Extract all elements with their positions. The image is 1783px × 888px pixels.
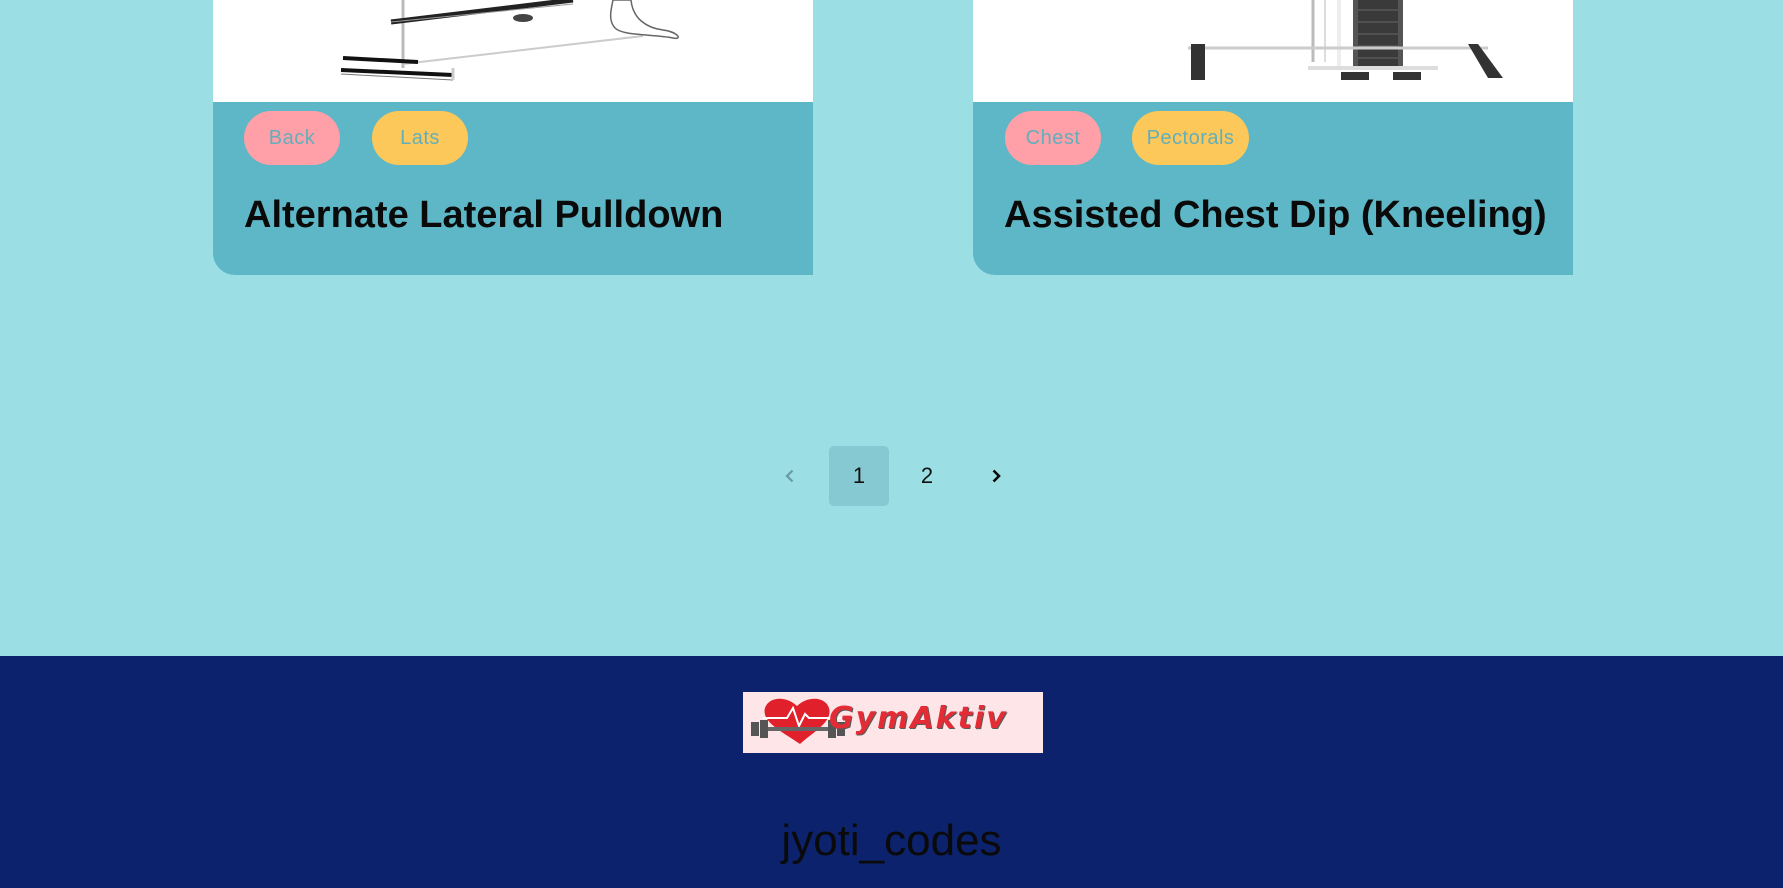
page: Back Lats Alternate Lateral Pulldown Che… [0,0,1783,888]
exercise-title: Alternate Lateral Pulldown [244,194,724,236]
footer-credit: jyoti_codes [781,816,1002,865]
chevron-right-icon[interactable] [966,446,1026,506]
page-button-2[interactable]: 2 [897,446,957,506]
page-button-1[interactable]: 1 [829,446,889,506]
tag-body-part[interactable]: Chest [1005,111,1101,165]
exercise-image [213,0,813,102]
exercise-card[interactable]: Chest Pectorals Assisted Chest Dip (Knee… [973,0,1573,275]
footer: GymAktiv jyoti_codes [0,656,1783,888]
exercise-title: Assisted Chest Dip (Kneeling) [1004,194,1547,236]
exercise-image [973,0,1573,102]
chevron-left-icon[interactable] [760,446,820,506]
logo: GymAktiv [743,692,1043,753]
logo-text: GymAktiv [829,701,1008,736]
tag-body-part[interactable]: Back [244,111,340,165]
tag-target-muscle[interactable]: Lats [372,111,468,165]
exercise-card[interactable]: Back Lats Alternate Lateral Pulldown [213,0,813,275]
tag-target-muscle[interactable]: Pectorals [1132,111,1249,165]
